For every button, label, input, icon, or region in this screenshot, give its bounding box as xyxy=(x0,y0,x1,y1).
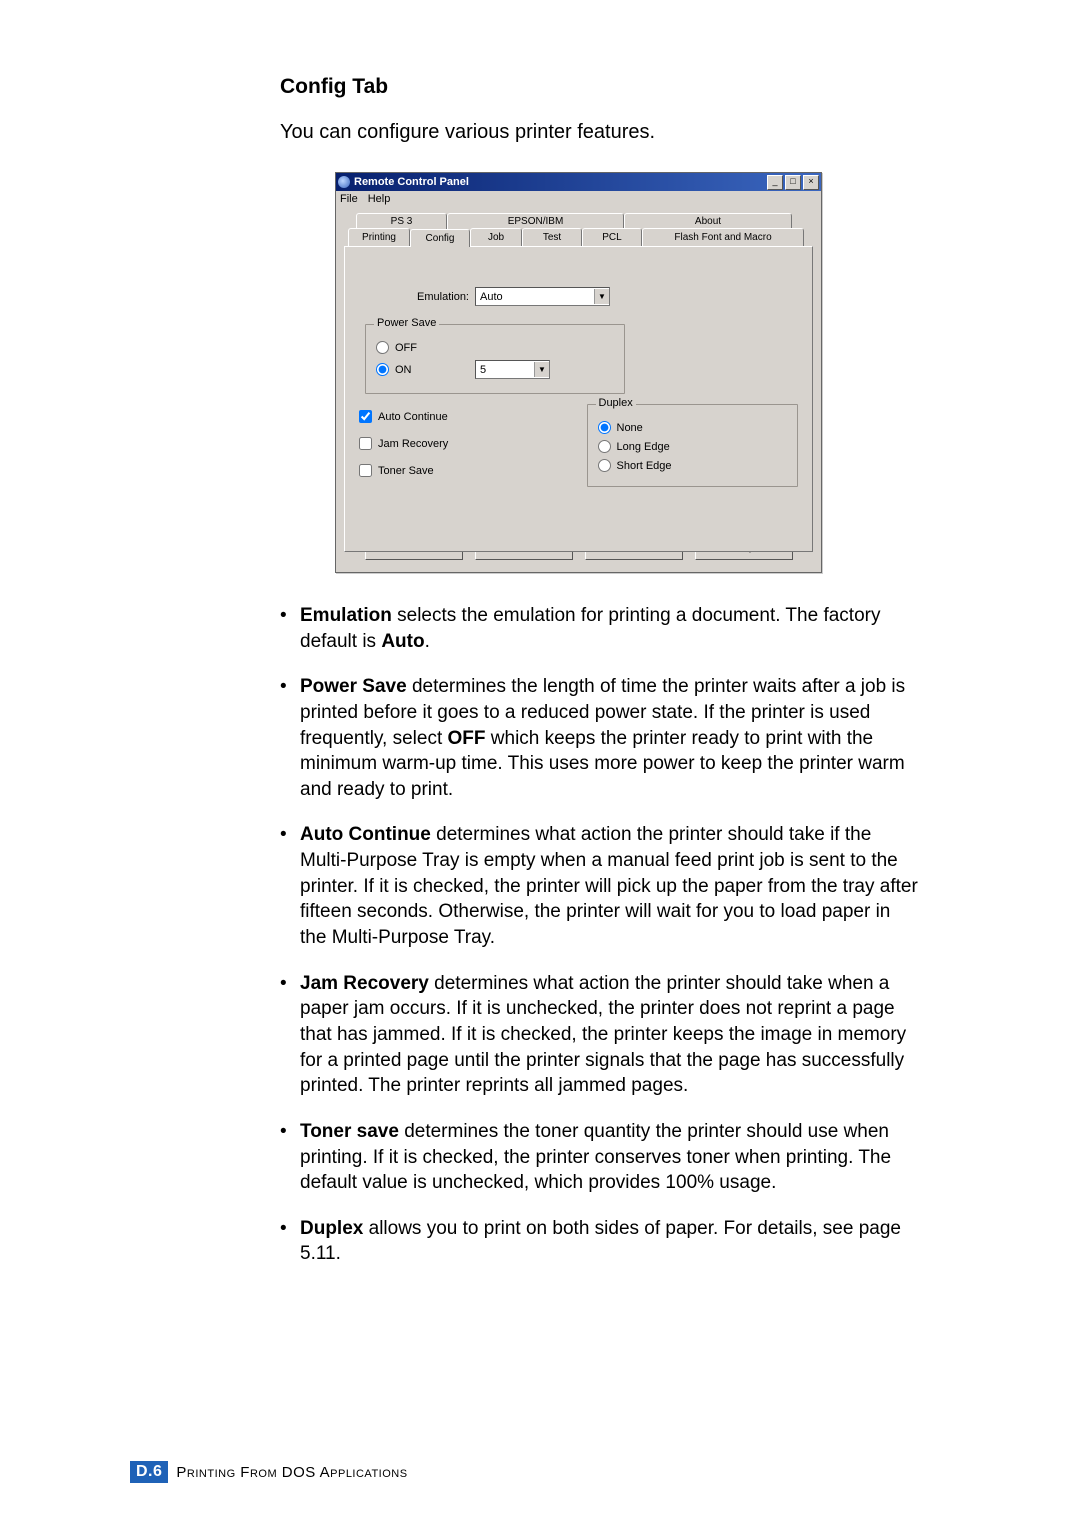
list-item: Emulation selects the emulation for prin… xyxy=(280,603,920,654)
tab-flash-font-and-macro[interactable]: Flash Font and Macro xyxy=(642,228,804,246)
power-save-group: Power Save OFF ON 5 ▼ xyxy=(365,324,625,394)
chevron-down-icon: ▼ xyxy=(594,289,609,304)
tab-panel-config: Emulation: Auto ▼ Power Save OFF ON xyxy=(344,246,813,552)
power-save-on-radio[interactable]: ON 5 ▼ xyxy=(376,360,614,379)
checkbox-label: Auto Continue xyxy=(378,411,448,423)
list-item: Auto Continue determines what action the… xyxy=(280,822,920,950)
badge-number: 6 xyxy=(153,1463,162,1480)
text: allows you to print on both sides of pap… xyxy=(300,1218,901,1265)
radio-label: Short Edge xyxy=(617,460,672,472)
badge-letter: D. xyxy=(136,1463,153,1480)
tab-pcl[interactable]: PCL xyxy=(582,228,642,246)
tab-printing[interactable]: Printing xyxy=(348,228,410,246)
checkbox-label: Toner Save xyxy=(378,465,434,477)
term: Jam Recovery xyxy=(300,973,429,994)
power-save-legend: Power Save xyxy=(374,317,439,329)
emulation-label: Emulation: xyxy=(399,291,469,303)
auto-continue-checkbox[interactable]: Auto Continue xyxy=(359,410,571,423)
duplex-group: Duplex None Long Edge Short Edge xyxy=(587,404,799,487)
radio-label: ON xyxy=(395,364,435,376)
power-save-off-radio[interactable]: OFF xyxy=(376,341,614,354)
duplex-legend: Duplex xyxy=(596,397,636,409)
tab-job[interactable]: Job xyxy=(470,228,522,246)
list-item: Toner save determines the toner quantity… xyxy=(280,1119,920,1196)
window-client-area: PS 3EPSON/IBMAbout PrintingConfigJobTest… xyxy=(336,207,821,572)
term: Emulation xyxy=(300,605,392,626)
tab-strip: PS 3EPSON/IBMAbout PrintingConfigJobTest… xyxy=(344,213,813,246)
duplex-long-radio[interactable]: Long Edge xyxy=(598,440,788,453)
content-column: Config Tab You can configure various pri… xyxy=(280,75,920,1267)
tab-test[interactable]: Test xyxy=(522,228,582,246)
term: Power Save xyxy=(300,676,407,697)
minimize-button[interactable]: _ xyxy=(767,175,783,190)
list-item: Jam Recovery determines what action the … xyxy=(280,971,920,1099)
menu-help[interactable]: Help xyxy=(368,193,391,205)
document-page: Config Tab You can configure various pri… xyxy=(0,0,1080,1523)
power-save-value: 5 xyxy=(476,364,534,376)
term: Toner save xyxy=(300,1121,399,1142)
tab-config[interactable]: Config xyxy=(410,229,470,247)
duplex-none-radio[interactable]: None xyxy=(598,421,788,434)
remote-control-panel-window: Remote Control Panel _ □ × File Help PS … xyxy=(335,172,822,573)
radio-label: OFF xyxy=(395,342,417,354)
duplex-short-radio[interactable]: Short Edge xyxy=(598,459,788,472)
radio-label: None xyxy=(617,422,643,434)
menu-file[interactable]: File xyxy=(340,193,358,205)
list-item: Power Save determines the length of time… xyxy=(280,674,920,802)
term: Auto Continue xyxy=(300,824,431,845)
checkbox-label: Jam Recovery xyxy=(378,438,448,450)
emulation-combo[interactable]: Auto ▼ xyxy=(475,287,610,306)
emulation-value: Auto xyxy=(476,291,594,303)
jam-recovery-checkbox[interactable]: Jam Recovery xyxy=(359,437,571,450)
term: Auto xyxy=(381,631,424,652)
power-save-minutes-combo[interactable]: 5 ▼ xyxy=(475,360,550,379)
feature-bullet-list: Emulation selects the emulation for prin… xyxy=(280,603,920,1267)
page-number-badge: D.6 xyxy=(130,1461,168,1483)
term: OFF xyxy=(448,728,486,749)
section-heading: Config Tab xyxy=(280,75,920,99)
page-footer: D.6 Printing From DOS Applications xyxy=(130,1461,408,1483)
toner-save-checkbox[interactable]: Toner Save xyxy=(359,464,571,477)
app-icon xyxy=(338,176,350,188)
radio-label: Long Edge xyxy=(617,441,670,453)
menu-bar: File Help xyxy=(336,191,821,207)
text: . xyxy=(425,631,430,652)
term: Duplex xyxy=(300,1218,363,1239)
checkbox-column: Auto Continue Jam Recovery Toner Save xyxy=(359,404,571,497)
list-item: Duplex allows you to print on both sides… xyxy=(280,1216,920,1267)
chevron-down-icon: ▼ xyxy=(534,362,549,377)
footer-text: Printing From DOS Applications xyxy=(176,1464,407,1481)
intro-paragraph: You can configure various printer featur… xyxy=(280,121,920,144)
close-button[interactable]: × xyxy=(803,175,819,190)
maximize-button[interactable]: □ xyxy=(785,175,801,190)
window-title: Remote Control Panel xyxy=(354,176,469,188)
window-titlebar: Remote Control Panel _ □ × xyxy=(336,173,821,191)
